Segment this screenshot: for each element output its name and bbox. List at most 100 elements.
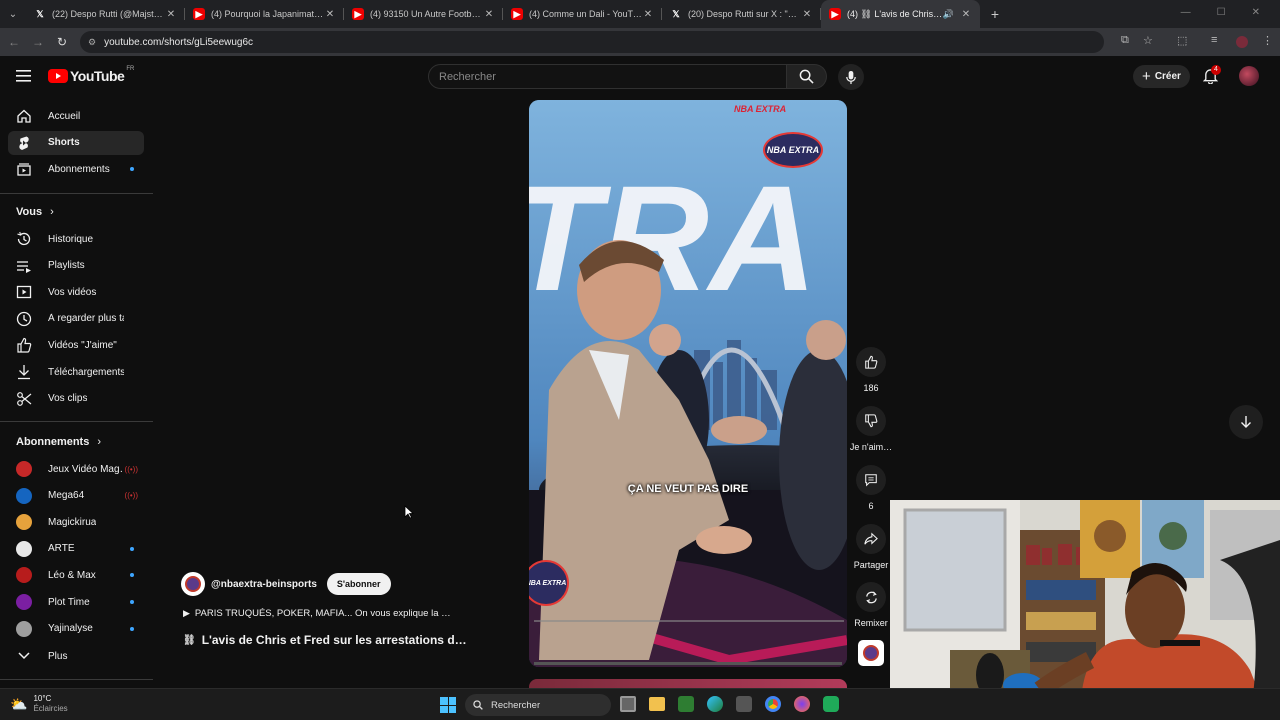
- youtube-logo-icon: [48, 69, 68, 83]
- sidebar-item-videos-j-aime[interactable]: Vidéos "J'aime": [8, 333, 144, 357]
- channel-handle[interactable]: @nbaextra-beinsports: [211, 579, 317, 590]
- sidebar-item-label: Yajinalyse: [48, 623, 93, 635]
- new-tab-button[interactable]: +: [984, 6, 1006, 22]
- reading-list-icon[interactable]: ≡: [1211, 34, 1217, 46]
- sidebar-item-leo-max[interactable]: Léo & Max: [8, 563, 144, 587]
- extensions-icon[interactable]: ⬚: [1177, 34, 1187, 47]
- notifications-button[interactable]: 4: [1202, 65, 1221, 89]
- windows-taskbar: ⛅ 10°C Éclaircies Rechercher: [0, 688, 1280, 720]
- close-tab-icon[interactable]: ✕: [324, 9, 336, 20]
- sidebar-item-playlists[interactable]: Playlists: [8, 254, 144, 278]
- sidebar-item-arte[interactable]: ARTE: [8, 537, 144, 561]
- playlists-icon: [16, 258, 32, 274]
- sidebar-item-abonnements[interactable]: Abonnements: [8, 157, 144, 181]
- sidebar-item-jeux-video-mag[interactable]: Jeux Vidéo Mag… ((•)): [8, 457, 144, 481]
- sidebar-item-a-regarder-plus-tard[interactable]: À regarder plus tard: [8, 307, 144, 331]
- reload-icon[interactable]: ↻: [50, 35, 74, 49]
- sidebar-item-label: Historique: [48, 233, 94, 245]
- voice-search-button[interactable]: [838, 64, 864, 90]
- channel-avatar[interactable]: [181, 572, 205, 596]
- tab-list-icon[interactable]: ⌄: [0, 9, 26, 20]
- browser-tab[interactable]: 𝕏 (20) Despo Rutti sur X : "https:/…✕: [662, 0, 821, 28]
- close-tab-icon[interactable]: ✕: [165, 9, 177, 20]
- sidebar-item-yajinalyse[interactable]: Yajinalyse: [8, 617, 144, 641]
- live-icon: ((•)): [124, 491, 138, 501]
- search-icon: [473, 700, 483, 710]
- site-info-icon[interactable]: ⚙: [88, 37, 96, 48]
- chrome-icon[interactable]: [765, 696, 781, 712]
- youtube-logo[interactable]: YouTube FR: [48, 66, 135, 84]
- app-icon[interactable]: [823, 696, 839, 712]
- sidebar-item-shorts[interactable]: Shorts: [8, 130, 144, 155]
- next-short-button[interactable]: [1229, 405, 1263, 439]
- sidebar-item-telechargements[interactable]: Téléchargements: [8, 360, 144, 384]
- region-code: FR: [126, 66, 135, 72]
- taskbar-search[interactable]: Rechercher: [465, 694, 611, 716]
- channel-avatar: [16, 487, 32, 504]
- browser-menu-icon[interactable]: ⋮: [1262, 34, 1273, 47]
- audio-source-thumbnail[interactable]: [858, 640, 884, 666]
- windows-start-icon[interactable]: [440, 697, 456, 713]
- playlist-link[interactable]: ▶ PARIS TRUQUÉS, POKER, MAFIA... On vous…: [183, 608, 451, 619]
- firefox-icon[interactable]: [794, 696, 810, 712]
- play-icon: ▶: [183, 608, 190, 618]
- short-title[interactable]: ⛓ L'avis de Chris et Fred sur les arrest…: [183, 633, 467, 647]
- forward-icon[interactable]: →: [26, 35, 50, 49]
- minimize-icon[interactable]: —: [1181, 7, 1191, 18]
- browser-tab[interactable]: ▶ (4) Comme un Dali - YouTube ✕: [503, 0, 662, 28]
- install-app-icon[interactable]: ⧉: [1121, 34, 1129, 47]
- sidebar-item-mega64[interactable]: Mega64 ((•)): [8, 484, 144, 508]
- live-icon: ((•)): [124, 464, 138, 474]
- sidebar-item-vos-clips[interactable]: Vos clips: [8, 387, 144, 411]
- bookmark-star-icon[interactable]: ☆: [1143, 34, 1153, 47]
- subscriptions-section-header[interactable]: Abonnements ›: [16, 436, 101, 448]
- close-tab-icon[interactable]: ✕: [483, 9, 495, 20]
- back-icon[interactable]: ←: [2, 35, 26, 49]
- browser-tab[interactable]: ▶ (4) 93150 Un Autre Football Ep…✕: [344, 0, 503, 28]
- sidebar-item-historique[interactable]: Historique: [8, 227, 144, 251]
- thumbs-down-icon: [865, 414, 878, 428]
- sidebar-item-vos-videos[interactable]: Vos vidéos: [8, 280, 144, 304]
- create-button[interactable]: + Créer: [1133, 65, 1190, 88]
- nba-extra-logo: NBA EXTRA: [763, 132, 823, 168]
- sidebar-item-plot-time[interactable]: Plot Time: [8, 590, 144, 614]
- next-short-preview[interactable]: [529, 679, 847, 688]
- create-label: Créer: [1154, 71, 1181, 82]
- you-section-header[interactable]: Vous ›: [16, 206, 54, 218]
- download-icon: [16, 364, 32, 380]
- share-button[interactable]: Partager: [848, 524, 894, 570]
- search-input[interactable]: Rechercher: [428, 64, 787, 89]
- playlist-title: PARIS TRUQUÉS, POKER, MAFIA... On vous e…: [194, 608, 451, 619]
- close-tab-icon[interactable]: ✕: [801, 9, 813, 20]
- sidebar-more[interactable]: Plus: [8, 644, 144, 668]
- hamburger-menu-icon[interactable]: [16, 69, 32, 88]
- search-button[interactable]: [787, 64, 827, 89]
- remix-button[interactable]: Remixer: [848, 582, 894, 628]
- sidebar-item-label: Vos clips: [48, 393, 88, 405]
- dislike-button[interactable]: Je n'aim…: [848, 406, 894, 452]
- store-icon[interactable]: [736, 696, 752, 712]
- sidebar-item-accueil[interactable]: Accueil: [8, 104, 144, 128]
- short-video-player[interactable]: TRA NBA EXTRA NBA EXTRA NBA EXTRA ÇA NE …: [529, 100, 847, 667]
- sidebar-item-label: Shorts: [48, 137, 80, 149]
- sidebar-item-magickirua[interactable]: Magickirua: [8, 510, 144, 534]
- browser-tab[interactable]: ▶ (4) ⛓ L'avis de Chris et Fre…🔊 ✕: [821, 0, 980, 28]
- browser-tab[interactable]: ▶ (4) Pourquoi la Japanimation v…✕: [185, 0, 344, 28]
- browser-tab[interactable]: 𝕏 (22) Despo Rutti (@MajsterOff…✕: [26, 0, 185, 28]
- xbox-icon[interactable]: [678, 696, 694, 712]
- file-explorer-icon[interactable]: [649, 697, 665, 711]
- close-tab-icon[interactable]: ✕: [960, 9, 972, 20]
- edge-icon[interactable]: [707, 696, 723, 712]
- task-view-icon[interactable]: [620, 696, 636, 712]
- profile-avatar[interactable]: [1236, 36, 1248, 48]
- subscribe-button[interactable]: S'abonner: [326, 573, 391, 595]
- address-bar[interactable]: ⚙ youtube.com/shorts/gLi5eewug6c: [80, 31, 1104, 53]
- maximize-icon[interactable]: ☐: [1217, 7, 1226, 18]
- weather-widget[interactable]: ⛅ 10°C Éclaircies: [10, 694, 68, 714]
- close-window-icon[interactable]: ✕: [1252, 7, 1260, 18]
- comments-button[interactable]: 6: [852, 465, 890, 511]
- close-tab-icon[interactable]: ✕: [642, 9, 654, 20]
- account-avatar[interactable]: [1239, 66, 1259, 86]
- like-button[interactable]: 186: [852, 347, 890, 393]
- sidebar-item-label: Téléchargements: [48, 366, 124, 378]
